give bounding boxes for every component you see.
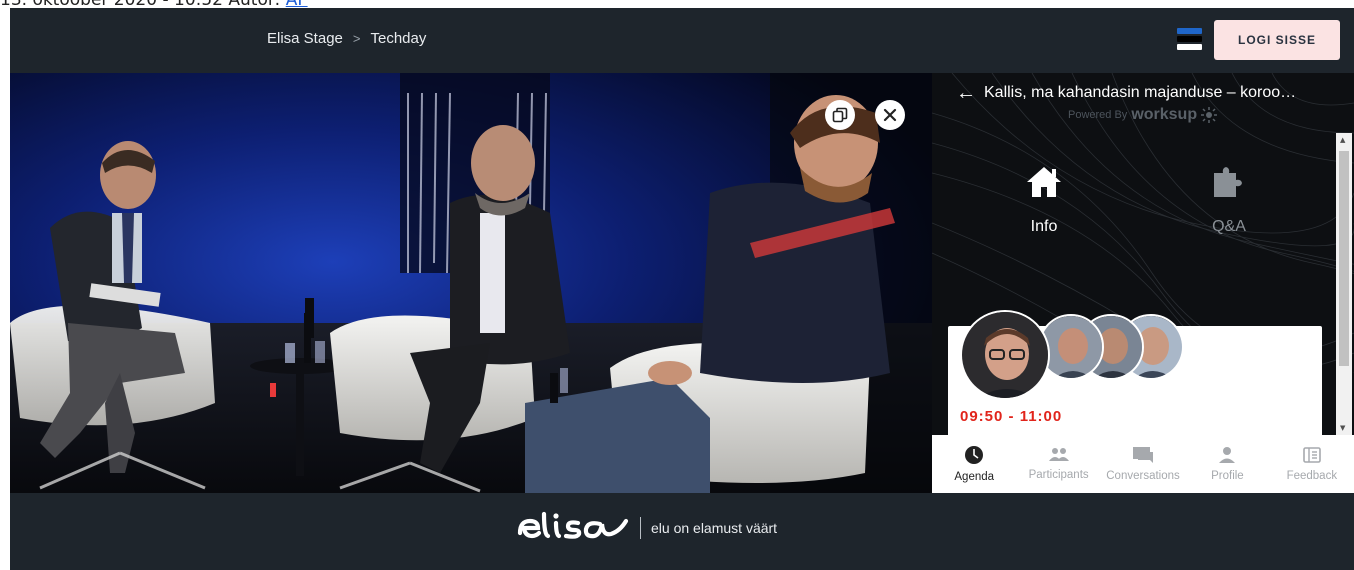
clock-icon <box>965 446 984 464</box>
scroll-up-icon[interactable]: ▲ <box>1340 136 1345 144</box>
stream-page: Elisa Stage > Techday LOGI SISSE ← Kalli… <box>10 8 1354 570</box>
breadcrumb-item-elisa-stage[interactable]: Elisa Stage <box>267 30 343 47</box>
breadcrumb: Elisa Stage > Techday <box>267 30 426 47</box>
copy-icon <box>832 107 848 123</box>
session-card[interactable]: 09:50 - 11:00 <box>948 310 1322 446</box>
bottom-nav: Agenda Participants Conversations Profil… <box>932 435 1354 493</box>
event-side-panel: ← Kallis, ma kahandasin majanduse – koro… <box>932 73 1354 493</box>
nav-agenda[interactable]: Agenda <box>932 435 1016 493</box>
scroll-down-icon[interactable]: ▼ <box>1340 424 1345 432</box>
session-time: 09:50 - 11:00 <box>960 408 1063 425</box>
scrollbar-thumb[interactable] <box>1339 151 1349 366</box>
session-title: Kallis, ma kahandasin majanduse – koroo… <box>984 84 1297 101</box>
stage-video-frame <box>10 73 932 493</box>
tile-info[interactable]: Info <box>1004 165 1084 236</box>
top-bar: Elisa Stage > Techday LOGI SISSE <box>10 8 1354 73</box>
tile-info-label: Info <box>1030 218 1058 235</box>
nav-profile[interactable]: Profile <box>1185 435 1269 493</box>
close-button[interactable] <box>875 100 905 130</box>
powered-by: Powered By worksup <box>1068 106 1346 124</box>
panel-scrollbar[interactable]: ▲ ▼ <box>1336 133 1352 435</box>
nav-profile-label: Profile <box>1211 470 1244 482</box>
elisa-logo[interactable] <box>516 511 630 545</box>
footer-tagline: elu on elamust väärt <box>640 517 777 539</box>
panel-title-row: ← Kallis, ma kahandasin majanduse – koro… <box>956 83 1346 103</box>
powered-by-label: Powered By <box>1068 109 1128 121</box>
breadcrumb-item-techday[interactable]: Techday <box>370 30 426 47</box>
chat-icon <box>1133 447 1154 463</box>
back-arrow-icon[interactable]: ← <box>956 83 976 103</box>
nav-participants[interactable]: Participants <box>1016 435 1100 493</box>
article-meta-line: 13. oktoober 2020 - 10:52 Autor: AP <box>0 0 308 9</box>
panel-header: ← Kallis, ma kahandasin majanduse – koro… <box>956 83 1346 124</box>
avatar <box>960 310 1050 400</box>
breadcrumb-separator: > <box>352 31 361 46</box>
worksup-brand: worksup <box>1131 106 1198 123</box>
flag-stripe-white <box>1177 44 1202 50</box>
people-icon <box>1048 448 1069 461</box>
estonia-flag-icon[interactable] <box>1177 28 1202 50</box>
nav-feedback-label: Feedback <box>1286 470 1338 482</box>
close-icon <box>883 108 897 122</box>
nav-participants-label: Participants <box>1028 469 1089 481</box>
video-stage[interactable] <box>10 73 932 493</box>
worksup-sun-icon <box>1201 107 1218 123</box>
copy-button[interactable] <box>825 100 855 130</box>
home-icon <box>1027 167 1061 197</box>
login-button[interactable]: LOGI SISSE <box>1214 20 1340 60</box>
feedback-icon <box>1303 447 1321 463</box>
nav-agenda-label: Agenda <box>954 471 995 483</box>
tile-qa-label: Q&A <box>1212 218 1246 235</box>
nav-conversations[interactable]: Conversations <box>1101 435 1185 493</box>
flag-stripe-blue <box>1177 28 1202 34</box>
flag-stripe-black <box>1177 36 1202 42</box>
nav-conversations-label: Conversations <box>1106 470 1180 482</box>
footer: elu on elamust väärt <box>10 493 1354 570</box>
nav-feedback[interactable]: Feedback <box>1270 435 1354 493</box>
person-icon <box>1219 447 1236 463</box>
puzzle-icon <box>1214 167 1242 197</box>
tile-qa[interactable]: Q&A <box>1189 165 1269 236</box>
footer-brand: elu on elamust väärt <box>516 511 777 545</box>
